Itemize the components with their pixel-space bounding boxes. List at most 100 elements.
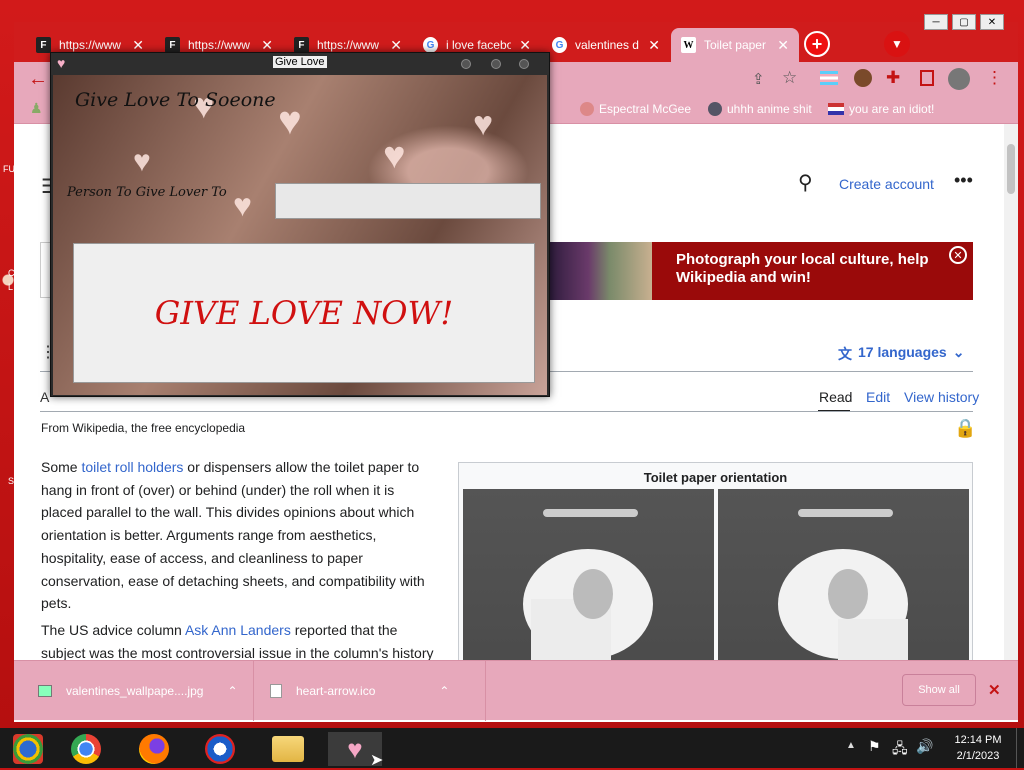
chevron-up-icon[interactable]: ⌃ [227, 684, 237, 698]
chevron-up-icon[interactable]: ⌃ [439, 684, 449, 698]
close-icon[interactable]: ✕ [519, 37, 531, 54]
search-icon[interactable]: ⚲ [798, 170, 813, 195]
close-icon[interactable]: ✕ [132, 37, 144, 54]
dialog-titlebar[interactable]: ♥ Give Love [51, 53, 549, 75]
tray-expand-icon[interactable]: ▲ [846, 740, 856, 751]
sidepanel-icon[interactable] [920, 70, 934, 86]
file-icon [270, 684, 282, 698]
extension-flag-icon[interactable] [820, 71, 838, 85]
tab-edit[interactable]: Edit [866, 389, 890, 405]
tab-label: https://www [316, 38, 379, 52]
banner-close-icon[interactable]: ✕ [949, 246, 967, 264]
create-account-link[interactable]: Create account [839, 176, 934, 192]
tagline: From Wikipedia, the free encyclopedia [41, 421, 246, 435]
close-icon[interactable]: ✕ [390, 37, 402, 54]
browser-tab[interactable]: G valentines d ✕ [542, 28, 670, 62]
close-icon[interactable]: ✕ [261, 37, 273, 54]
f-icon: F [165, 37, 180, 53]
infobox-title: Toilet paper orientation [643, 470, 788, 485]
image-file-icon [38, 685, 52, 697]
more-options-icon[interactable]: ••• [954, 170, 973, 191]
tab-read[interactable]: Read [819, 389, 852, 405]
heart-icon: ♥ [383, 135, 406, 177]
browser-tab-active[interactable]: W Toilet paper ✕ [671, 28, 799, 62]
heart-icon: ♥ [133, 145, 151, 178]
lock-icon: 🔒 [954, 418, 977, 438]
article-tab-fragment[interactable]: A [40, 389, 49, 405]
start-button[interactable] [6, 732, 50, 766]
close-dot[interactable] [519, 59, 529, 69]
scrollbar-thumb[interactable] [1007, 144, 1015, 194]
download-item[interactable]: valentines_wallpape....jpg ⌃ [14, 661, 254, 721]
share-icon[interactable]: ⇪ [752, 70, 765, 88]
bookmark-item[interactable]: uhhh anime shit [708, 102, 812, 116]
minimize-dot[interactable] [461, 59, 471, 69]
mouse-cursor-icon: ➤ [370, 752, 384, 769]
bookmark-item[interactable]: you are an idiot! [828, 102, 934, 116]
heart-icon: ♥ [278, 99, 302, 143]
person-name-input[interactable] [275, 183, 541, 219]
extension-avatar-icon[interactable] [854, 69, 872, 87]
page-scrollbar[interactable] [1004, 124, 1018, 684]
desktop-label: L [8, 282, 14, 292]
language-button[interactable]: 文 17 languages ⌄ [838, 344, 964, 364]
clock-date: 2/1/2023 [956, 750, 1000, 762]
close-download-bar-icon[interactable]: ✕ [988, 681, 1001, 699]
f-icon: F [294, 37, 309, 53]
folder-icon [272, 736, 304, 762]
new-tab-button[interactable]: + [804, 31, 830, 57]
wikipedia-icon: W [681, 37, 696, 53]
hearts-icon: ♥ [347, 733, 363, 764]
google-icon: G [552, 37, 567, 53]
toilet-paper-under-image[interactable] [718, 489, 969, 684]
maximize-button[interactable]: ▢ [952, 14, 976, 30]
bookmark-item[interactable]: Espectral McGee [580, 102, 691, 116]
campaign-banner[interactable]: Photograph your local culture, help Wiki… [652, 242, 973, 300]
star-icon[interactable]: ☆ [782, 68, 797, 88]
close-window-button[interactable]: ✕ [980, 14, 1004, 30]
back-arrow-icon[interactable]: ← [28, 68, 48, 91]
maximize-dot[interactable] [491, 59, 501, 69]
text: Some [41, 459, 82, 475]
taskbar-explorer[interactable] [266, 732, 310, 766]
taskbar-firefox[interactable] [132, 732, 176, 766]
close-icon[interactable]: ✕ [648, 37, 660, 54]
download-item[interactable]: heart-arrow.ico ⌃ [254, 661, 486, 721]
google-icon: G [423, 37, 438, 53]
taskbar-chrome[interactable] [64, 732, 108, 766]
bookmark-icon [580, 102, 594, 116]
language-count: 17 languages [858, 344, 947, 360]
give-love-now-button[interactable]: GIVE LOVE NOW! [73, 243, 535, 383]
tab-label: https://www [58, 38, 121, 52]
download-bar: valentines_wallpape....jpg ⌃ heart-arrow… [14, 660, 1018, 721]
network-icon[interactable]: 🖧 [892, 738, 908, 762]
tab-label: Toilet paper [703, 38, 766, 52]
show-desktop-button[interactable] [1016, 728, 1024, 768]
heart-icon: ♥ [473, 105, 494, 143]
toilet-paper-over-image[interactable] [463, 489, 714, 684]
text: The US advice column [41, 622, 185, 638]
volume-icon[interactable]: 🔊 [916, 738, 933, 755]
clock-time: 12:14 PM [954, 734, 1002, 746]
tab-search-button[interactable]: ▼ [884, 31, 910, 57]
ask-ann-landers-link[interactable]: Ask Ann Landers [185, 622, 291, 638]
apps-icon[interactable]: ♟ [30, 100, 43, 117]
puzzle-icon[interactable]: ✚ [886, 68, 900, 88]
firefox-icon [139, 734, 169, 764]
flag-icon[interactable]: ⚑ [868, 738, 881, 755]
tab-label: i love facebo [445, 38, 512, 52]
show-all-button[interactable]: Show all [902, 674, 976, 706]
chrome-icon [71, 734, 101, 764]
profile-icon[interactable] [948, 68, 970, 90]
minimize-button[interactable]: ─ [924, 14, 948, 30]
tab-view-history[interactable]: View history [904, 389, 979, 405]
menu-dots-icon[interactable]: ⋮ [986, 68, 1003, 88]
taskbar-app[interactable] [198, 732, 242, 766]
field-label: Person To Give Lover To [67, 185, 227, 200]
infobox: Toilet paper orientation [458, 462, 973, 684]
start-orb-icon [13, 734, 43, 764]
clock[interactable]: 12:14 PM 2/1/2023 [946, 732, 1010, 764]
taskbar: ♥ ➤ ▲ ⚑ 🖧 🔊 12:14 PM 2/1/2023 [0, 728, 1024, 769]
toilet-roll-holders-link[interactable]: toilet roll holders [81, 459, 183, 475]
close-icon[interactable]: ✕ [777, 37, 789, 54]
